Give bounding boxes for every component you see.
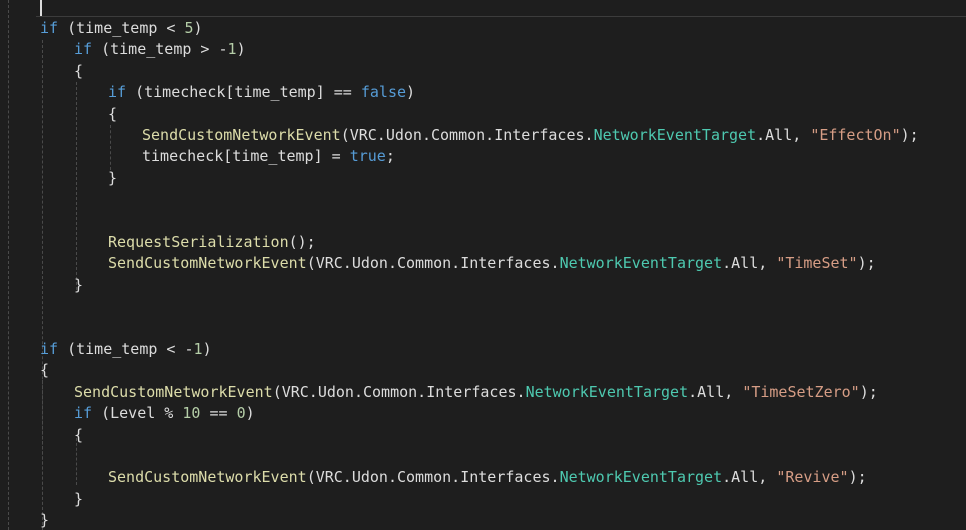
code-token: "EffectOn" <box>810 126 901 144</box>
code-token: .All, <box>756 126 811 144</box>
code-line[interactable]: { <box>74 61 83 82</box>
code-editor[interactable]: if (time_temp < 5) if (time_temp > -1){if… <box>0 0 966 530</box>
code-token: NetworkEventTarget <box>559 254 723 273</box>
code-token: .All, <box>722 254 777 273</box>
code-token: ) <box>202 340 212 358</box>
code-token: { <box>40 361 50 380</box>
code-token: ); <box>848 468 867 487</box>
code-token: SendCustomNetworkEvent <box>108 468 307 487</box>
code-token: } <box>74 275 84 294</box>
code-token: SendCustomNetworkEvent <box>108 254 307 273</box>
code-token: ); <box>857 254 876 273</box>
code-token: (time_temp < - <box>58 340 194 358</box>
code-token: (VRC.Udon.Common.Interfaces. <box>340 126 594 144</box>
code-token: (VRC.Udon.Common.Interfaces. <box>306 468 560 487</box>
code-line[interactable]: } <box>74 489 83 510</box>
code-token: .All, <box>688 382 743 401</box>
code-line[interactable]: if (time_temp < 5) <box>40 18 203 39</box>
code-line[interactable]: timecheck[time_temp] = true; <box>142 146 395 167</box>
code-token: SendCustomNetworkEvent <box>74 382 273 401</box>
code-line[interactable]: RequestSerialization(); <box>108 232 316 253</box>
code-token: (timecheck[time_temp] == <box>126 83 361 102</box>
code-token: ; <box>385 147 395 166</box>
code-token: (VRC.Udon.Common.Interfaces. <box>272 382 526 401</box>
code-token: } <box>40 511 50 530</box>
code-line[interactable]: SendCustomNetworkEvent(VRC.Udon.Common.I… <box>74 382 878 403</box>
code-token: == <box>200 404 237 423</box>
current-line-separator <box>36 16 966 17</box>
code-token: timecheck[time_temp] = <box>142 147 350 166</box>
code-token: 5 <box>184 19 194 37</box>
code-token: ) <box>236 40 246 59</box>
code-line[interactable]: { <box>108 104 117 125</box>
indent-guide-line <box>76 82 77 290</box>
code-token: (time_temp < <box>58 19 185 37</box>
code-token: "TimeSetZero" <box>742 382 860 401</box>
code-line[interactable]: if (timecheck[time_temp] == false) <box>108 82 415 103</box>
code-token: "TimeSet" <box>776 254 858 273</box>
code-token: (); <box>288 233 316 251</box>
code-line[interactable]: if (time_temp < -1) <box>40 339 212 360</box>
code-token: ) <box>245 404 255 423</box>
code-token: (Level % <box>92 404 183 423</box>
code-token: ); <box>859 382 878 401</box>
code-token: if <box>40 340 59 358</box>
code-line[interactable]: SendCustomNetworkEvent(VRC.Udon.Common.I… <box>108 253 876 274</box>
code-token: false <box>360 83 407 102</box>
code-token: if <box>108 83 127 102</box>
code-token: 10 <box>182 404 201 423</box>
code-token: NetworkEventTarget <box>559 468 723 487</box>
code-token: ); <box>900 126 919 144</box>
code-line[interactable]: } <box>74 275 83 296</box>
code-token: 1 <box>193 340 203 358</box>
code-line[interactable]: { <box>74 425 83 446</box>
indent-guide-line <box>8 0 9 530</box>
indent-guide-line <box>110 125 111 170</box>
code-token: } <box>108 168 118 187</box>
code-token: } <box>74 489 84 508</box>
code-line[interactable]: SendCustomNetworkEvent(VRC.Udon.Common.I… <box>108 467 867 488</box>
code-line[interactable]: } <box>108 168 117 189</box>
code-token: (time_temp > - <box>92 40 228 59</box>
code-token: ) <box>406 83 416 102</box>
code-token: { <box>74 425 84 444</box>
text-cursor <box>40 0 42 16</box>
code-token: { <box>108 104 118 123</box>
code-token: if <box>74 404 93 423</box>
code-token: "Revive" <box>776 468 849 487</box>
code-token: SendCustomNetworkEvent <box>142 126 341 144</box>
code-token: ) <box>193 19 203 37</box>
code-token: 0 <box>236 404 246 423</box>
code-token: 1 <box>227 40 237 59</box>
code-token: NetworkEventTarget <box>593 126 757 144</box>
code-token: if <box>74 40 93 59</box>
code-token: .All, <box>722 468 777 487</box>
code-token: if <box>40 19 59 37</box>
code-line[interactable]: if (time_temp > -1) <box>74 39 246 60</box>
indent-guide-line <box>42 380 43 510</box>
code-line[interactable]: SendCustomNetworkEvent(VRC.Udon.Common.I… <box>142 125 919 146</box>
code-line[interactable]: { <box>40 360 49 381</box>
code-token: NetworkEventTarget <box>525 382 689 401</box>
code-token: { <box>74 61 84 80</box>
code-line[interactable]: if (Level % 10 == 0) <box>74 403 255 424</box>
code-token: true <box>349 147 386 166</box>
code-line[interactable]: } <box>40 510 49 530</box>
code-token: RequestSerialization <box>108 233 289 251</box>
code-token: (VRC.Udon.Common.Interfaces. <box>306 254 560 273</box>
